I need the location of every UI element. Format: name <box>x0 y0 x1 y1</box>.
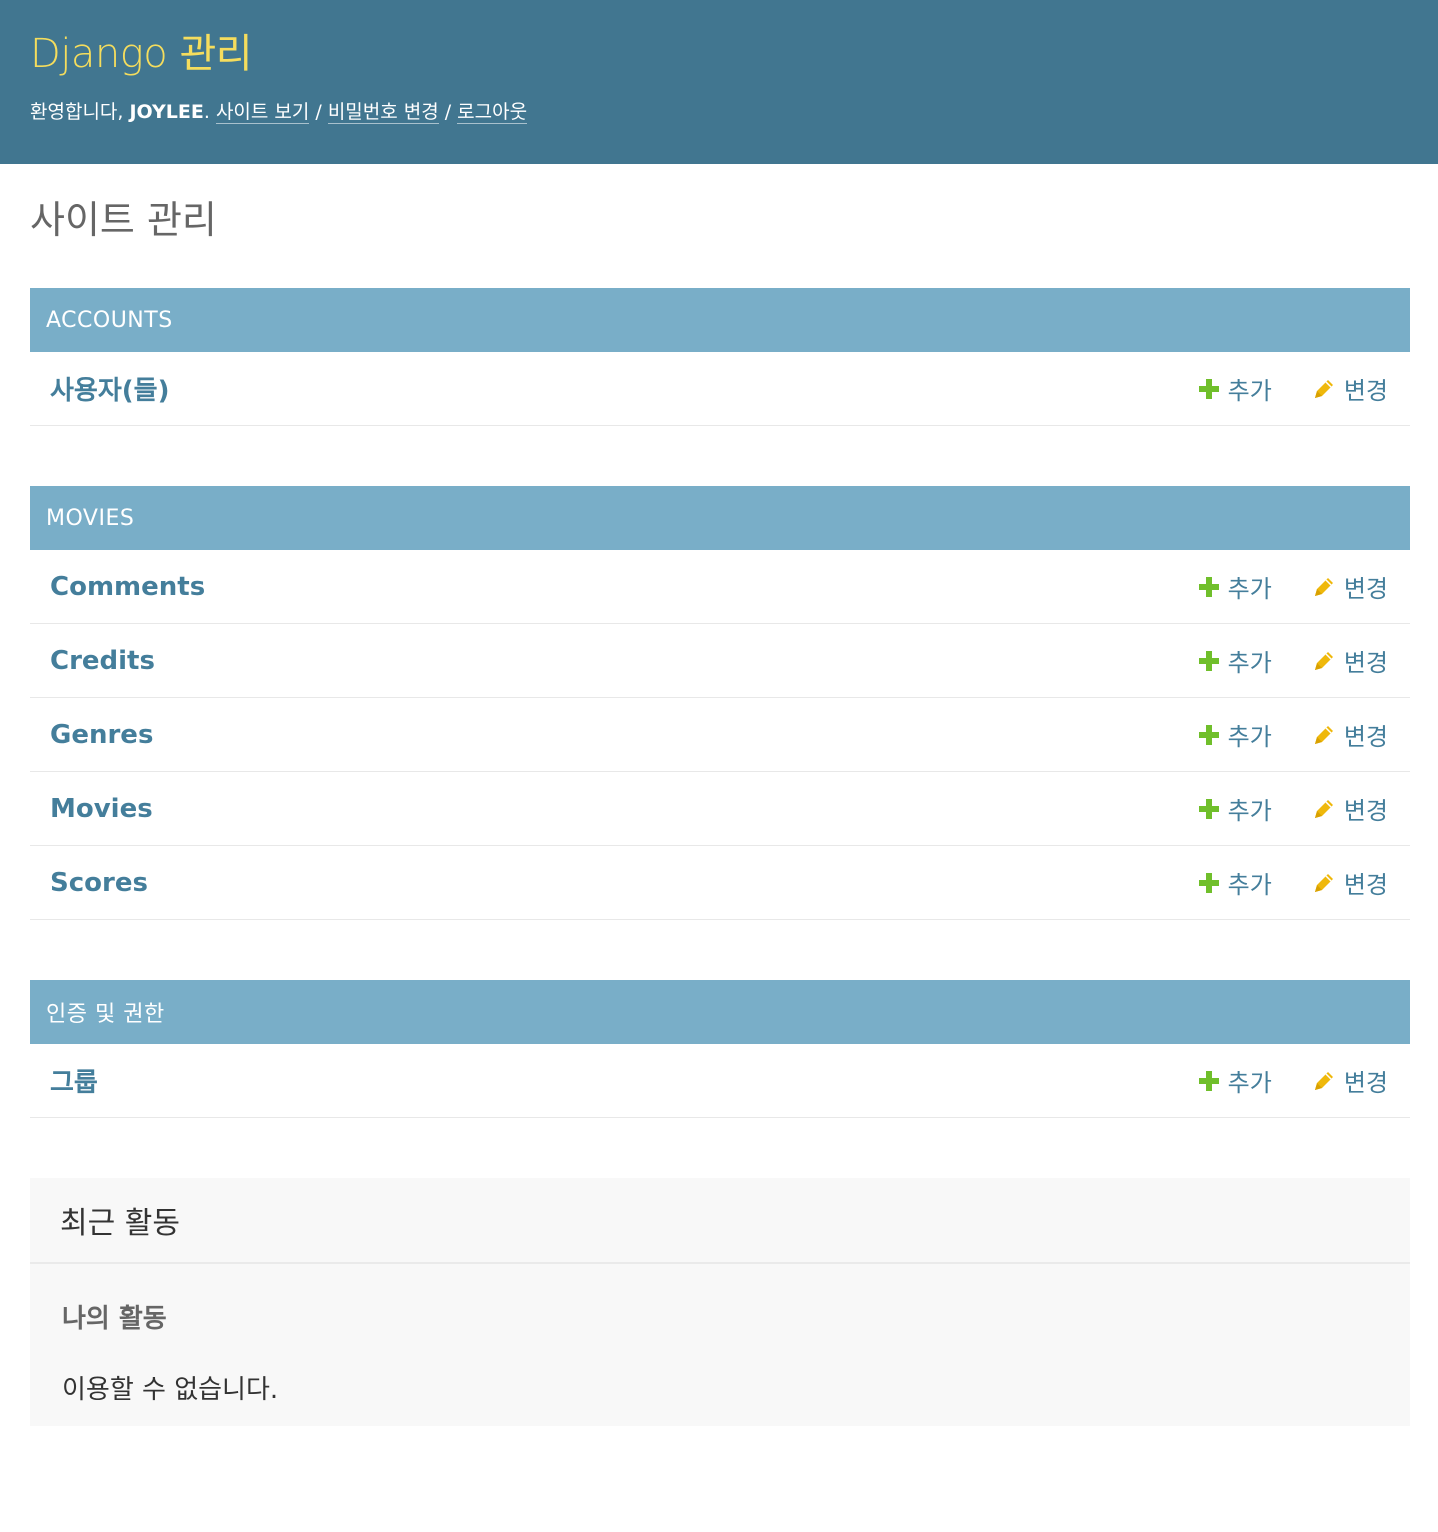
add-label: 추가 <box>1227 377 1272 405</box>
pencil-icon <box>1312 575 1336 599</box>
pencil-icon <box>1312 723 1336 747</box>
change-label: 변경 <box>1343 377 1388 405</box>
change-link[interactable]: 변경 <box>1312 791 1388 826</box>
app-list: ACCOUNTS 사용자(들) 추가 변경 MOVIES Comments 추가 변경 Cred… <box>30 288 1410 1118</box>
app-module: 인증 및 권한그룹 추가 변경 <box>30 980 1410 1118</box>
pencil-icon <box>1312 1069 1336 1093</box>
app-module: ACCOUNTS 사용자(들) 추가 변경 <box>30 288 1410 426</box>
model-row: Movies 추가 변경 <box>30 772 1410 846</box>
add-link[interactable]: 추가 <box>1198 865 1272 900</box>
plus-icon <box>1198 1070 1220 1092</box>
change-link[interactable]: 변경 <box>1312 717 1388 752</box>
logout-link[interactable]: 로그아웃 <box>457 101 528 124</box>
app-caption[interactable]: MOVIES <box>30 486 1410 550</box>
model-row: Genres 추가 변경 <box>30 698 1410 772</box>
add-link[interactable]: 추가 <box>1198 371 1272 406</box>
separator: / <box>315 101 322 123</box>
add-label: 추가 <box>1227 575 1272 603</box>
add-link[interactable]: 추가 <box>1198 1063 1272 1098</box>
pencil-icon <box>1312 649 1336 673</box>
change-link[interactable]: 변경 <box>1312 865 1388 900</box>
model-link[interactable]: Genres <box>50 720 1198 750</box>
username: JOYLEE <box>129 101 204 123</box>
plus-icon <box>1198 798 1220 820</box>
app-module: MOVIES Comments 추가 변경 Credits 추가 변경 Genres 추가 변경 M… <box>30 486 1410 920</box>
add-link[interactable]: 추가 <box>1198 643 1272 678</box>
add-label: 추가 <box>1227 871 1272 899</box>
admin-header: Django 관리 환영합니다, JOYLEE. 사이트 보기 / 비밀번호 변경 /… <box>0 0 1438 164</box>
change-label: 변경 <box>1343 1069 1388 1097</box>
change-link[interactable]: 변경 <box>1312 643 1388 678</box>
app-caption[interactable]: 인증 및 권한 <box>30 980 1410 1044</box>
plus-icon <box>1198 378 1220 400</box>
add-link[interactable]: 추가 <box>1198 569 1272 604</box>
recent-actions-title: 최근 활동 <box>30 1178 1410 1264</box>
welcome-period: . <box>203 101 216 123</box>
model-link[interactable]: 그룹 <box>50 1062 1198 1099</box>
plus-icon <box>1198 724 1220 746</box>
model-link[interactable]: Credits <box>50 646 1198 676</box>
separator: / <box>444 101 452 123</box>
model-row: 사용자(들) 추가 변경 <box>30 352 1410 426</box>
add-label: 추가 <box>1227 649 1272 677</box>
plus-icon <box>1198 872 1220 894</box>
pencil-icon <box>1312 797 1336 821</box>
add-label: 추가 <box>1227 723 1272 751</box>
welcome-text: 환영합니다, <box>30 101 130 123</box>
change-label: 변경 <box>1343 575 1388 603</box>
add-link[interactable]: 추가 <box>1198 791 1272 826</box>
change-label: 변경 <box>1343 723 1388 751</box>
model-link[interactable]: Movies <box>50 794 1198 824</box>
change-link[interactable]: 변경 <box>1312 371 1388 406</box>
pencil-icon <box>1312 871 1336 895</box>
add-label: 추가 <box>1227 1069 1272 1097</box>
change-label: 변경 <box>1343 797 1388 825</box>
change-label: 변경 <box>1343 649 1388 677</box>
model-link[interactable]: 사용자(들) <box>50 370 1198 407</box>
plus-icon <box>1198 576 1220 598</box>
model-row: 그룹 추가 변경 <box>30 1044 1410 1118</box>
change-label: 변경 <box>1343 871 1388 899</box>
model-row: Comments 추가 변경 <box>30 550 1410 624</box>
change-password-link[interactable]: 비밀번호 변경 <box>327 101 439 124</box>
view-site-link[interactable]: 사이트 보기 <box>215 101 310 124</box>
model-row: Scores 추가 변경 <box>30 846 1410 920</box>
recent-actions-module: 최근 활동 나의 활동 이용할 수 없습니다. <box>30 1178 1410 1426</box>
add-link[interactable]: 추가 <box>1198 717 1272 752</box>
add-label: 추가 <box>1227 797 1272 825</box>
change-link[interactable]: 변경 <box>1312 1063 1388 1098</box>
no-actions-text: 이용할 수 없습니다. <box>62 1375 279 1405</box>
user-tools: 환영합니다, JOYLEE. 사이트 보기 / 비밀번호 변경 / 로그아웃 <box>30 98 1408 126</box>
my-actions-title: 나의 활동 <box>62 1304 167 1334</box>
model-link[interactable]: Scores <box>50 868 1198 898</box>
site-branding[interactable]: Django 관리 <box>30 30 1408 78</box>
model-row: Credits 추가 변경 <box>30 624 1410 698</box>
app-caption[interactable]: ACCOUNTS <box>30 288 1410 352</box>
main-content: 사이트 관리 ACCOUNTS 사용자(들) 추가 변경 MOVIES Comments 추… <box>0 198 1438 1426</box>
pencil-icon <box>1312 377 1336 401</box>
page-title: 사이트 관리 <box>30 198 217 242</box>
plus-icon <box>1198 650 1220 672</box>
model-link[interactable]: Comments <box>50 572 1198 602</box>
change-link[interactable]: 변경 <box>1312 569 1388 604</box>
